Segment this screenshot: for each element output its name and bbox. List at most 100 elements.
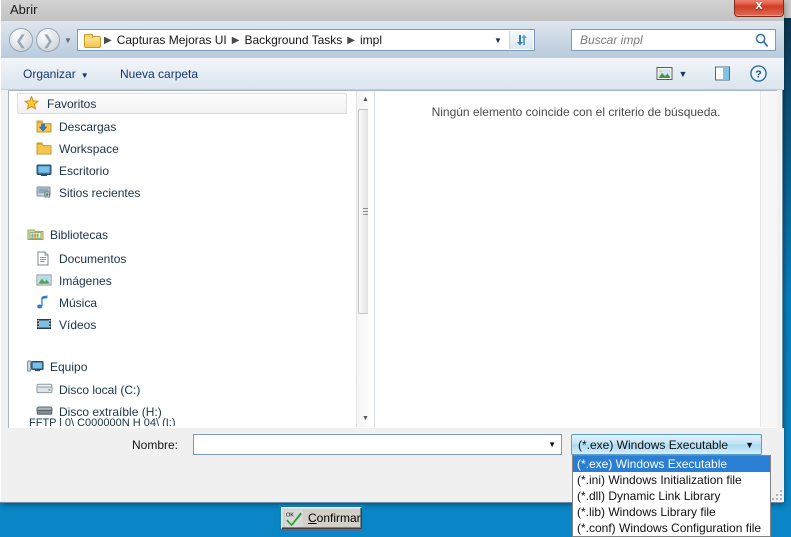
grip-icon — [363, 207, 368, 216]
back-arrow-icon: ❮ — [15, 32, 27, 48]
ok-check-icon: OK — [285, 510, 303, 527]
scroll-up-icon[interactable]: ▲ — [357, 91, 368, 108]
sidebar-group-label: Equipo — [50, 359, 88, 374]
sidebar-item-musica[interactable]: Música — [36, 292, 97, 313]
music-icon — [36, 294, 53, 311]
new-folder-button[interactable]: Nueva carpeta — [114, 65, 204, 83]
downloads-folder-icon — [36, 119, 53, 135]
file-type-option-2[interactable]: (*.dll) Dynamic Link Library — [573, 488, 770, 504]
sidebar-item-descargas[interactable]: Descargas — [36, 116, 116, 137]
close-button[interactable]: x — [734, 0, 784, 17]
scroll-down-icon[interactable]: ▼ — [357, 410, 368, 427]
new-folder-label: Nueva carpeta — [120, 67, 199, 81]
confirm-button-label: Confirmar — [308, 511, 361, 525]
search-placeholder: Buscar impl — [580, 33, 643, 47]
view-mode-icon — [656, 67, 672, 80]
file-type-select[interactable]: (*.exe) Windows Executable ▼ — [571, 434, 762, 455]
search-input[interactable]: Buscar impl — [571, 29, 776, 51]
file-type-option-4[interactable]: (*.conf) Windows Configuration file — [573, 520, 770, 536]
chevron-down-icon: ▼ — [548, 440, 556, 449]
sidebar-item-workspace[interactable]: Workspace — [36, 138, 119, 159]
dialog-content: Favoritos Descargas Workspace Escritorio… — [8, 90, 777, 428]
organize-button[interactable]: Organizar ▼ — [17, 65, 95, 83]
navigation-bar: ❮ ❯ ▼ ▶ Capturas Mejoras UI ▶ Background… — [1, 21, 784, 58]
svg-text:OK: OK — [286, 513, 294, 519]
sidebar-item-label: Escritorio — [59, 163, 110, 178]
open-file-dialog: Abrir x ❮ ❯ ▼ ▶ Capturas Mejoras UI ▶ Ba… — [0, 0, 784, 503]
address-bar[interactable]: ▶ Capturas Mejoras UI ▶ Background Tasks… — [77, 29, 535, 51]
sidebar-item-label: Música — [59, 295, 98, 310]
sidebar-item-sitios-recientes[interactable]: Sitios recientes — [36, 182, 140, 203]
sidebar-scrollbar[interactable]: ▲ ▼ — [356, 91, 368, 427]
folder-icon — [36, 141, 53, 157]
sidebar-item-label: Imágenes — [59, 273, 112, 288]
sidebar-item-label: Documentos — [59, 251, 127, 266]
view-mode-button[interactable] — [652, 63, 676, 84]
breadcrumb-item-0[interactable]: Capturas Mejoras UI — [117, 33, 227, 47]
sidebar-item-label: Vídeos — [59, 317, 97, 332]
file-list-scrollbar[interactable] — [760, 91, 777, 427]
empty-results-message: Ningún elemento coincide con el criterio… — [431, 105, 721, 119]
scrollbar-thumb[interactable] — [358, 109, 368, 314]
sidebar-group-label: Bibliotecas — [50, 227, 109, 242]
sidebar-item-label: Workspace — [59, 141, 119, 156]
preview-pane-icon — [714, 66, 730, 81]
sidebar-item-label: Sitios recientes — [59, 185, 141, 200]
videos-icon — [36, 317, 53, 333]
chevron-down-icon: ▼ — [678, 68, 688, 79]
file-type-dropdown-list[interactable]: (*.exe) Windows Executable (*.ini) Windo… — [572, 455, 771, 537]
chevron-down-icon: ▼ — [745, 440, 754, 450]
sidebar-item-videos[interactable]: Vídeos — [36, 314, 96, 335]
sidebar-item-label: Descargas — [59, 119, 117, 134]
sidebar-item-disco-local-c[interactable]: Disco local (C:) — [36, 379, 140, 400]
confirm-accel-char: C — [308, 511, 317, 525]
navigation-pane: Favoritos Descargas Workspace Escritorio… — [9, 91, 368, 427]
close-icon: x — [755, 0, 763, 12]
file-type-option-1[interactable]: (*.ini) Windows Initialization file — [573, 472, 770, 488]
sidebar-group-bibliotecas[interactable]: Bibliotecas — [27, 224, 108, 245]
confirm-button[interactable]: OK Confirmar — [281, 507, 362, 529]
search-icon — [755, 33, 769, 47]
pictures-icon — [36, 273, 53, 289]
file-type-selected-value: (*.exe) Windows Executable — [578, 438, 729, 452]
documents-icon — [36, 251, 53, 267]
sidebar-group-favoritos[interactable]: Favoritos — [17, 93, 347, 114]
sidebar-item-clipped-network-drive[interactable]: FFTP l 0\ C000000N H 04\ (I:) — [29, 417, 329, 426]
view-mode-dropdown[interactable]: ▼ — [676, 63, 690, 84]
breadcrumb-separator-0: ▶ — [104, 34, 112, 46]
help-button[interactable]: ? — [746, 63, 770, 84]
breadcrumb-item-2[interactable]: impl — [360, 33, 382, 47]
star-icon — [23, 94, 41, 112]
breadcrumb-separator-1: ▶ — [231, 34, 240, 46]
svg-text:?: ? — [755, 68, 761, 80]
breadcrumb-item-1[interactable]: Background Tasks — [244, 33, 342, 47]
sidebar-group-label: Favoritos — [47, 96, 97, 111]
recent-places-icon — [36, 185, 53, 201]
forward-button[interactable]: ❯ — [36, 28, 60, 52]
sidebar-item-imagenes[interactable]: Imágenes — [36, 270, 112, 291]
folder-icon — [84, 34, 101, 48]
chevron-down-icon: ▼ — [80, 71, 89, 80]
confirm-rest-text: onfirmar — [316, 511, 361, 525]
sidebar-item-documentos[interactable]: Documentos — [36, 248, 126, 269]
command-toolbar: Organizar ▼ Nueva carpeta ▼ ? — [1, 58, 784, 90]
file-list-pane[interactable]: Ningún elemento coincide con el criterio… — [374, 91, 777, 427]
libraries-icon — [27, 227, 44, 243]
refresh-icon — [516, 34, 527, 46]
title-bar: Abrir — [1, 0, 784, 21]
name-label: Nombre: — [132, 438, 179, 452]
address-dropdown-button[interactable]: ▼ — [488, 30, 508, 50]
sidebar-group-equipo[interactable]: Equipo — [27, 356, 87, 377]
breadcrumb-separator-2: ▶ — [347, 34, 355, 46]
preview-pane-button[interactable] — [710, 63, 734, 84]
file-type-option-3[interactable]: (*.lib) Windows Library file — [573, 504, 770, 520]
sidebar-item-label: Disco local (C:) — [59, 382, 141, 397]
hard-drive-icon — [36, 382, 53, 398]
organize-label: Organizar — [23, 67, 76, 81]
file-type-option-0[interactable]: (*.exe) Windows Executable — [573, 456, 770, 472]
refresh-button[interactable] — [509, 31, 533, 49]
history-dropdown-button[interactable]: ▼ — [64, 36, 72, 45]
back-button[interactable]: ❮ — [9, 28, 33, 52]
sidebar-item-escritorio[interactable]: Escritorio — [36, 160, 109, 181]
file-name-input[interactable]: ▼ — [193, 434, 562, 455]
